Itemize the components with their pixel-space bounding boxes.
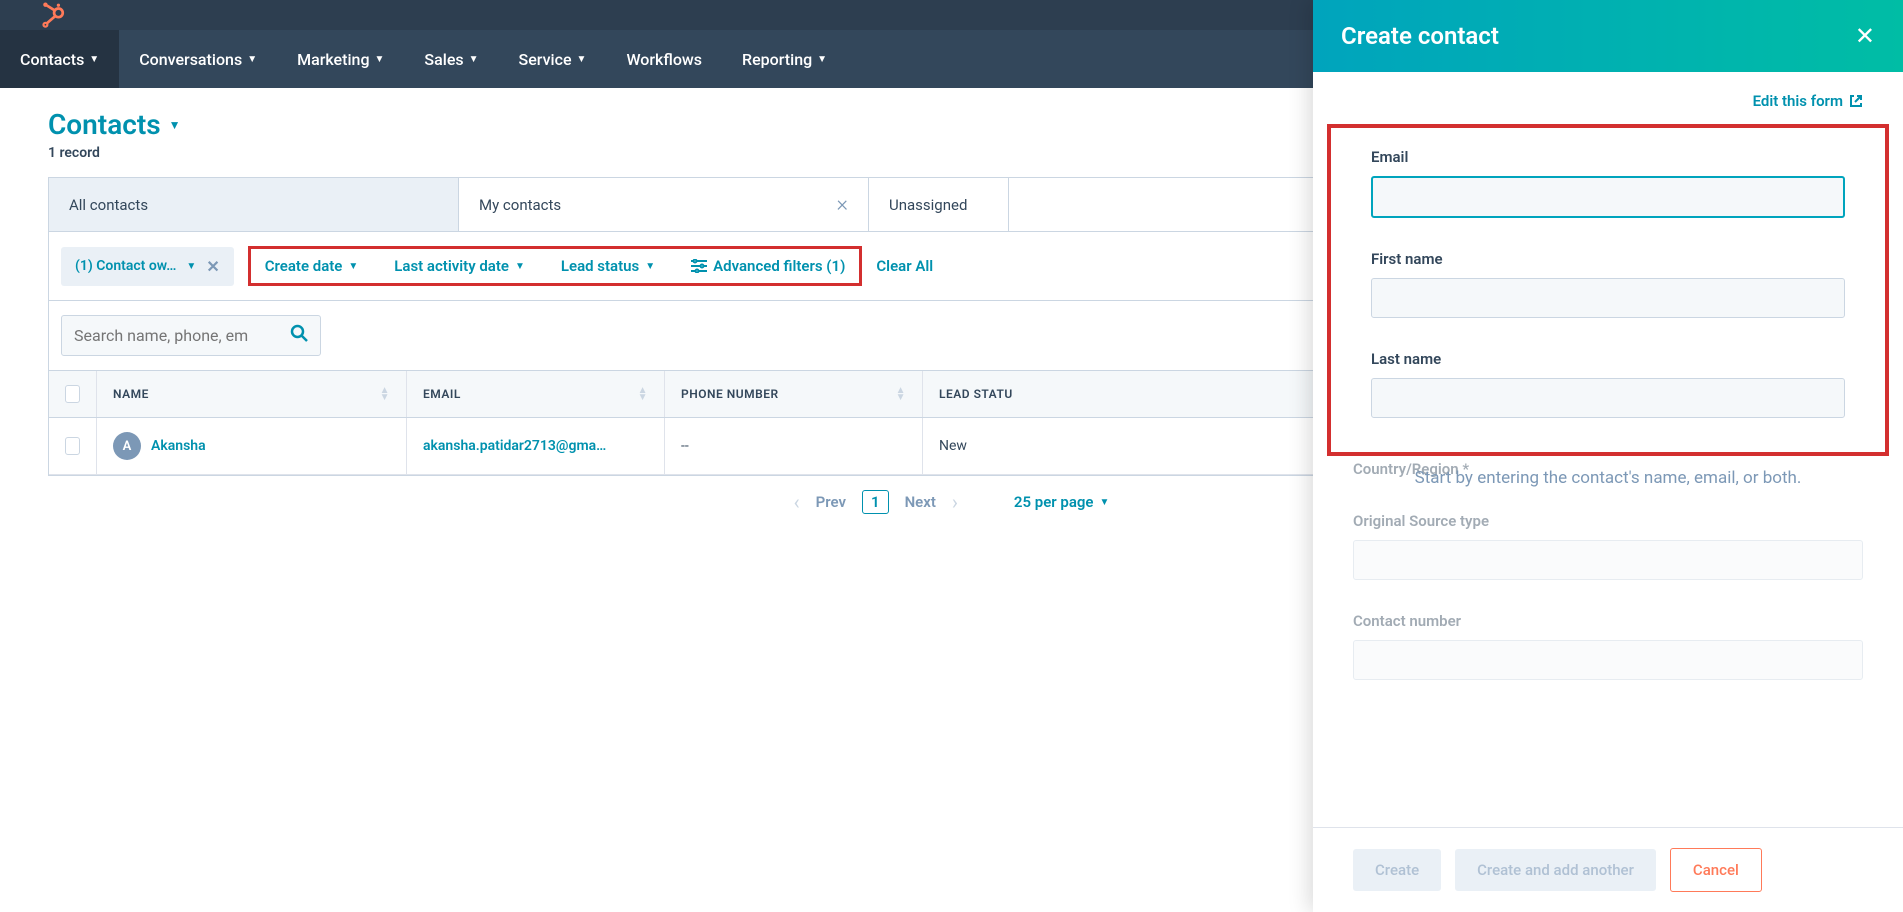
input-last-name[interactable] [1371, 378, 1845, 418]
cell-email[interactable]: akansha.patidar2713@gma… [407, 418, 665, 474]
next-arrow-icon[interactable]: › [952, 490, 958, 514]
filter-advanced[interactable]: Advanced filters (1) [691, 257, 845, 275]
input-contact-number[interactable] [1353, 640, 1863, 680]
prev-button[interactable]: Prev [816, 493, 846, 511]
panel-body: Edit this form Email First name Last nam… [1313, 72, 1903, 827]
col-phone[interactable]: PHONE NUMBER▲▼ [665, 371, 923, 417]
contact-name-link[interactable]: Akansha [151, 438, 206, 454]
col-name[interactable]: NAME▲▼ [97, 371, 407, 417]
col-email[interactable]: EMAIL▲▼ [407, 371, 665, 417]
col-lead-status[interactable]: LEAD STATU [923, 371, 1181, 417]
create-contact-panel: Create contact ✕ Edit this form Email Fi… [1313, 0, 1903, 912]
chevron-down-icon: ▼ [817, 54, 827, 65]
prev-arrow-icon[interactable]: ‹ [794, 490, 800, 514]
next-button[interactable]: Next [905, 493, 936, 511]
row-select-cell[interactable] [49, 418, 97, 474]
chevron-down-icon: ▼ [247, 54, 257, 65]
avatar: A [113, 432, 141, 460]
chevron-down-icon: ▼ [186, 261, 196, 272]
field-last-name: Last name [1331, 334, 1885, 434]
cell-phone: -- [665, 418, 923, 474]
nav-reporting[interactable]: Reporting▼ [722, 30, 847, 88]
chevron-down-icon: ▼ [348, 261, 358, 272]
label-source: Original Source type [1353, 512, 1863, 530]
label-email: Email [1371, 148, 1845, 166]
chevron-down-icon: ▼ [169, 118, 181, 132]
page-current[interactable]: 1 [862, 490, 889, 514]
nav-conversations[interactable]: Conversations▼ [119, 30, 277, 88]
sort-icon: ▲▼ [896, 387, 906, 401]
page-title: Contacts [48, 108, 161, 141]
filter-lead-status[interactable]: Lead status▼ [561, 257, 655, 275]
search-input[interactable] [74, 326, 290, 345]
field-contact-number: Contact number [1313, 596, 1903, 696]
sort-icon: ▲▼ [380, 387, 390, 401]
label-contact-number: Contact number [1353, 612, 1863, 630]
helper-text: Start by entering the contact's name, em… [1313, 466, 1903, 492]
field-source: Original Source type [1313, 496, 1903, 596]
close-icon[interactable]: ✕ [206, 257, 219, 276]
create-button[interactable]: Create [1353, 849, 1441, 891]
edit-form-link[interactable]: Edit this form [1313, 92, 1903, 124]
chevron-down-icon: ▼ [645, 261, 655, 272]
nav-service[interactable]: Service▼ [499, 30, 607, 88]
filters-highlight-box: Create date▼ Last activity date▼ Lead st… [248, 246, 863, 286]
filter-contact-owner[interactable]: (1) Contact ow… ▼ ✕ [61, 247, 234, 286]
select-all-cell[interactable] [49, 371, 97, 417]
checkbox[interactable] [65, 385, 80, 403]
panel-title: Create contact [1341, 22, 1499, 50]
input-first-name[interactable] [1371, 278, 1845, 318]
input-email[interactable] [1371, 176, 1845, 218]
nav-contacts[interactable]: Contacts▼ [0, 30, 119, 88]
field-email: Email [1331, 132, 1885, 234]
create-and-add-another-button[interactable]: Create and add another [1455, 849, 1656, 891]
nav-marketing[interactable]: Marketing▼ [277, 30, 404, 88]
hubspot-logo[interactable] [40, 2, 66, 28]
chevron-down-icon: ▼ [1100, 497, 1110, 508]
form-highlight-box: Email First name Last name [1327, 124, 1889, 456]
search-box[interactable] [61, 315, 321, 356]
chevron-down-icon: ▼ [577, 54, 587, 65]
sort-icon: ▲▼ [638, 387, 648, 401]
chevron-down-icon: ▼ [469, 54, 479, 65]
chevron-down-icon: ▼ [89, 54, 99, 65]
close-icon[interactable]: ✕ [1855, 22, 1875, 50]
panel-footer: Create Create and add another Cancel [1313, 827, 1903, 912]
field-first-name: First name [1331, 234, 1885, 334]
clear-all-filters[interactable]: Clear All [876, 257, 933, 275]
external-link-icon [1849, 94, 1863, 108]
tab-all-contacts[interactable]: All contacts [49, 178, 459, 231]
cell-lead-status: New [923, 418, 1181, 474]
filter-last-activity[interactable]: Last activity date▼ [394, 257, 525, 275]
label-first-name: First name [1371, 250, 1845, 268]
sliders-icon [691, 259, 707, 273]
tab-my-contacts[interactable]: My contacts× [459, 178, 869, 231]
chevron-down-icon: ▼ [515, 261, 525, 272]
chevron-down-icon: ▼ [375, 54, 385, 65]
panel-header: Create contact ✕ [1313, 0, 1903, 72]
filter-create-date[interactable]: Create date▼ [265, 257, 359, 275]
input-source[interactable] [1353, 540, 1863, 580]
cell-name[interactable]: A Akansha [97, 418, 407, 474]
per-page-selector[interactable]: 25 per page▼ [1014, 493, 1110, 511]
checkbox[interactable] [65, 437, 80, 455]
close-icon[interactable]: × [836, 192, 848, 217]
cancel-button[interactable]: Cancel [1670, 848, 1762, 892]
label-last-name: Last name [1371, 350, 1845, 368]
search-icon[interactable] [290, 324, 308, 347]
nav-sales[interactable]: Sales▼ [404, 30, 498, 88]
tab-unassigned[interactable]: Unassigned [869, 178, 1009, 231]
nav-workflows[interactable]: Workflows [606, 30, 722, 88]
